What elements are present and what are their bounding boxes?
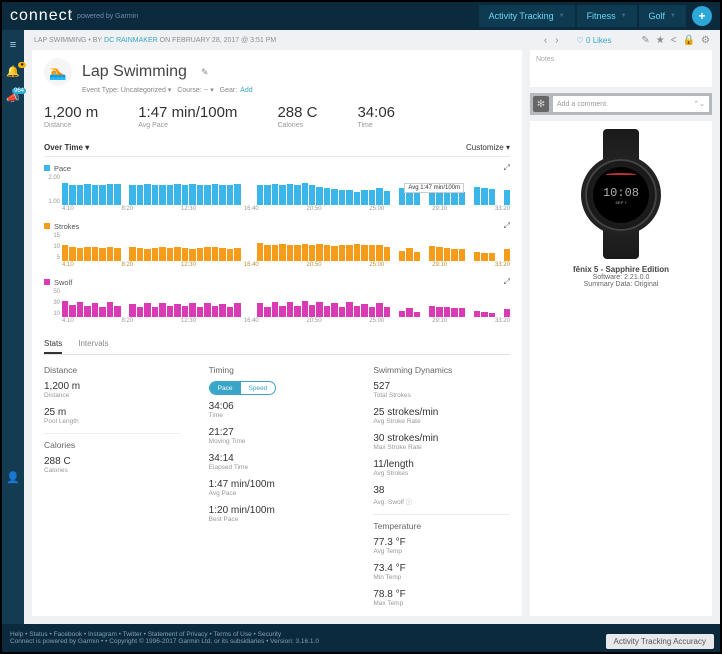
activity-tools: ✎ ★ < 🔒 ⚙ (641, 35, 710, 46)
stat-item: 288 CCalories (44, 456, 181, 474)
device-image: 10:08 SEP 7 (571, 129, 671, 259)
comment-bar: ✻ Add a comment.⌃⌄ (530, 93, 712, 115)
device-name: fēnix 5 - Sapphire Edition (573, 265, 669, 274)
favorite-icon[interactable]: ★ (656, 35, 665, 46)
expand-chart-icon[interactable]: ⤢ (504, 221, 510, 231)
add-gear-link[interactable]: Add (240, 87, 252, 94)
settings-icon[interactable]: ⚙ (701, 35, 710, 46)
breadcrumb-date: ON FEBRUARY 28, 2017 @ 3:51 PM (160, 37, 277, 44)
expand-chart-icon[interactable]: ⤢ (504, 163, 510, 173)
chart-mode-dropdown[interactable]: Over Time ▾ (44, 143, 89, 152)
edit-title-icon[interactable]: ✎ (201, 67, 209, 78)
accuracy-button[interactable]: Activity Tracking Accuracy (606, 634, 714, 649)
activity-title: Lap Swimming (82, 63, 187, 81)
breadcrumb-author[interactable]: DC RAINMAKER (104, 37, 158, 44)
stat-item: 1:20 min/100mBest Pace (209, 505, 346, 523)
share-icon[interactable]: < (671, 35, 677, 46)
stat-item: 1,200 mDistance (44, 381, 181, 399)
brand-name: connect (10, 7, 73, 25)
avatar: ✻ (533, 96, 549, 112)
add-button[interactable]: + (692, 6, 712, 26)
top-tab-fitness[interactable]: Fitness▼ (577, 5, 637, 27)
stat-item: 78.8 °FMax Temp (373, 589, 510, 607)
stat-item: 38Avg. Swolf ⓘ (373, 485, 510, 506)
course-dropdown[interactable]: Course: -- ▾ (177, 87, 214, 94)
notes-header: Notes (536, 56, 706, 63)
stat-item: 25 strokes/minAvg Stroke Rate (373, 407, 510, 425)
footer: Help • Status • Facebook • Instagram • T… (2, 624, 720, 652)
tab-intervals[interactable]: Intervals (78, 335, 108, 354)
event-type-dropdown[interactable]: Event Type: Uncategorized ▾ (82, 87, 171, 94)
chart-pace[interactable]: 2.001.004:108:2012:3016:4020:5025:0029:1… (44, 175, 510, 215)
main-panel: 🏊 Lap Swimming ✎ Event Type: Uncategoriz… (32, 50, 522, 616)
messages-icon[interactable]: 📣964 (6, 90, 20, 104)
stat-item: 21:27Moving Time (209, 427, 346, 445)
stat-item: 1:47 min/100mAvg Pace (209, 479, 346, 497)
edit-icon[interactable]: ✎ (641, 35, 649, 46)
topbar: connect powered by Garmin Activity Track… (2, 2, 720, 30)
profile-icon[interactable]: 👤 (6, 470, 20, 484)
stat-item: 11/lengthAvg Strokes (373, 459, 510, 477)
device-summary: Summary Data: Original (584, 281, 659, 288)
swim-icon: 🏊 (44, 58, 72, 86)
stat-item: 77.3 °FAvg Temp (373, 537, 510, 555)
device-software: Software: 2.21.0.0 (593, 274, 650, 281)
avg-flag: Avg 1:47 min/100m (404, 183, 464, 193)
brand-sub: powered by Garmin (77, 13, 138, 20)
expand-chart-icon[interactable]: ⤢ (504, 277, 510, 287)
breadcrumb-row: LAP SWIMMING • BY DC RAINMAKER ON FEBRUA… (24, 30, 720, 50)
chart-strokes[interactable]: 151054:108:2012:3016:4020:5025:0029:1033… (44, 233, 510, 271)
top-metric: 1:47 min/100mAvg Pace (138, 104, 237, 129)
top-tab-golf[interactable]: Golf▼ (639, 5, 686, 27)
prev-activity-icon[interactable]: ‹ (540, 35, 551, 46)
pace-speed-toggle[interactable]: PaceSpeed (209, 381, 277, 395)
notifications-icon[interactable]: 🔔● (6, 64, 20, 78)
stat-item: 34:14Elapsed Time (209, 453, 346, 471)
next-activity-icon[interactable]: › (551, 35, 562, 46)
stat-item: 34:06Time (209, 401, 346, 419)
breadcrumb-section: LAP SWIMMING (34, 37, 86, 44)
left-rail: ≡ 🔔● 📣964 👤 (2, 30, 24, 624)
chart-swolf[interactable]: 5030104:108:2012:3016:4020:5025:0029:103… (44, 289, 510, 327)
comment-input[interactable]: Add a comment.⌃⌄ (553, 96, 709, 112)
tab-stats[interactable]: Stats (44, 335, 62, 354)
top-tab-activity[interactable]: Activity Tracking▼ (479, 5, 575, 27)
stat-item: 527Total Strokes (373, 381, 510, 399)
lock-icon[interactable]: 🔒 (683, 35, 695, 46)
top-metric: 34:06Time (357, 104, 395, 129)
likes-button[interactable]: ♡ 0 Likes (577, 36, 612, 45)
device-panel: 10:08 SEP 7 fēnix 5 - Sapphire Edition S… (530, 121, 712, 616)
stat-item: 25 mPool Length (44, 407, 181, 425)
stat-item: 30 strokes/minMax Stroke Rate (373, 433, 510, 451)
customize-dropdown[interactable]: Customize ▾ (466, 143, 510, 152)
stat-item: 73.4 °FMin Temp (373, 563, 510, 581)
menu-icon[interactable]: ≡ (6, 38, 20, 52)
top-metric: 288 CCalories (277, 104, 317, 129)
top-metric: 1,200 mDistance (44, 104, 98, 129)
notes-panel: Notes (530, 50, 712, 87)
